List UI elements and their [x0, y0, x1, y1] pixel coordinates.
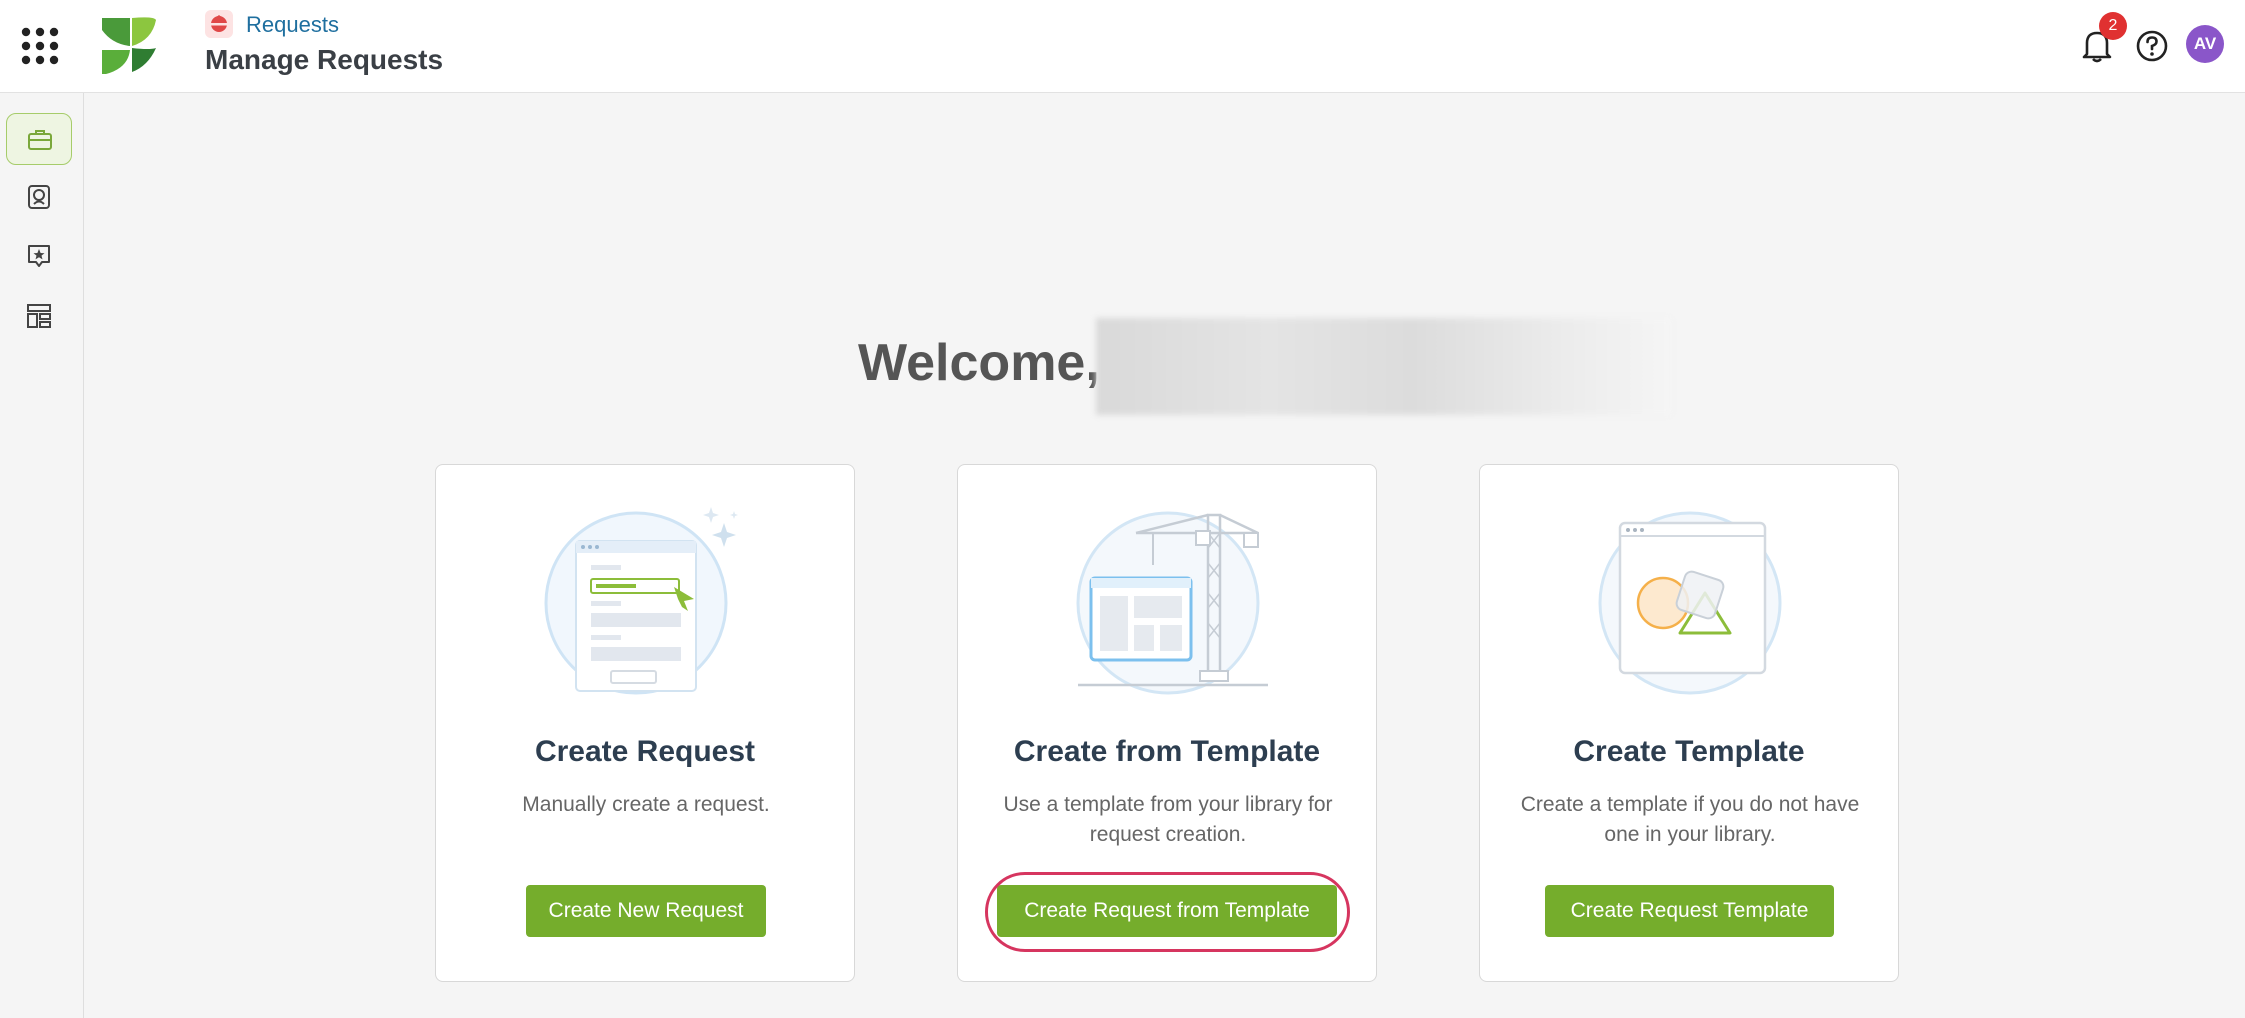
create-request-card: Create Request Manually create a request…	[435, 464, 855, 982]
create-request-illustration	[544, 507, 738, 695]
create-template-illustration	[1598, 511, 1782, 695]
briefcase-icon	[28, 130, 52, 150]
sidebar-item-contacts[interactable]	[6, 171, 72, 223]
welcome-heading: Welcome,	[858, 334, 1100, 392]
brand-logo[interactable]	[100, 16, 160, 76]
create-new-request-button[interactable]: Create New Request	[526, 885, 766, 937]
help-icon[interactable]	[2135, 29, 2169, 63]
star-chat-icon	[28, 245, 50, 267]
create-request-template-button[interactable]: Create Request Template	[1545, 885, 1834, 937]
sidebar	[0, 93, 84, 1018]
card-title: Create Request	[534, 735, 756, 768]
create-from-template-illustration	[1076, 511, 1268, 695]
app-launcher-icon[interactable]	[20, 26, 60, 66]
sidebar-item-requests[interactable]	[6, 113, 72, 165]
page-title: Manage Requests	[205, 44, 444, 75]
redacted-user-name	[1096, 318, 1671, 415]
user-avatar[interactable]: AV	[2186, 25, 2224, 63]
create-request-from-template-button[interactable]: Create Request from Template	[997, 885, 1337, 937]
top-bar: Requests Manage Requests 2 AV	[0, 0, 2245, 93]
layout-icon	[27, 304, 51, 328]
app-name-link[interactable]: Requests	[246, 12, 339, 38]
card-title: Create from Template	[1013, 735, 1321, 768]
create-template-card: Create Template Create a template if you…	[1479, 464, 1899, 982]
requests-app-icon	[205, 10, 233, 38]
card-title: Create Template	[1573, 735, 1805, 768]
card-description: Create a template if you do not have one…	[1520, 793, 1860, 846]
sidebar-item-favorites[interactable]	[6, 230, 72, 282]
notification-badge: 2	[2099, 12, 2127, 40]
contact-book-icon	[28, 185, 50, 209]
create-from-template-card: Create from Template Use a template from…	[957, 464, 1377, 982]
card-description: Use a template from your library for req…	[1003, 793, 1333, 846]
sidebar-item-templates[interactable]	[6, 290, 72, 342]
card-description: Manually create a request.	[522, 793, 770, 816]
